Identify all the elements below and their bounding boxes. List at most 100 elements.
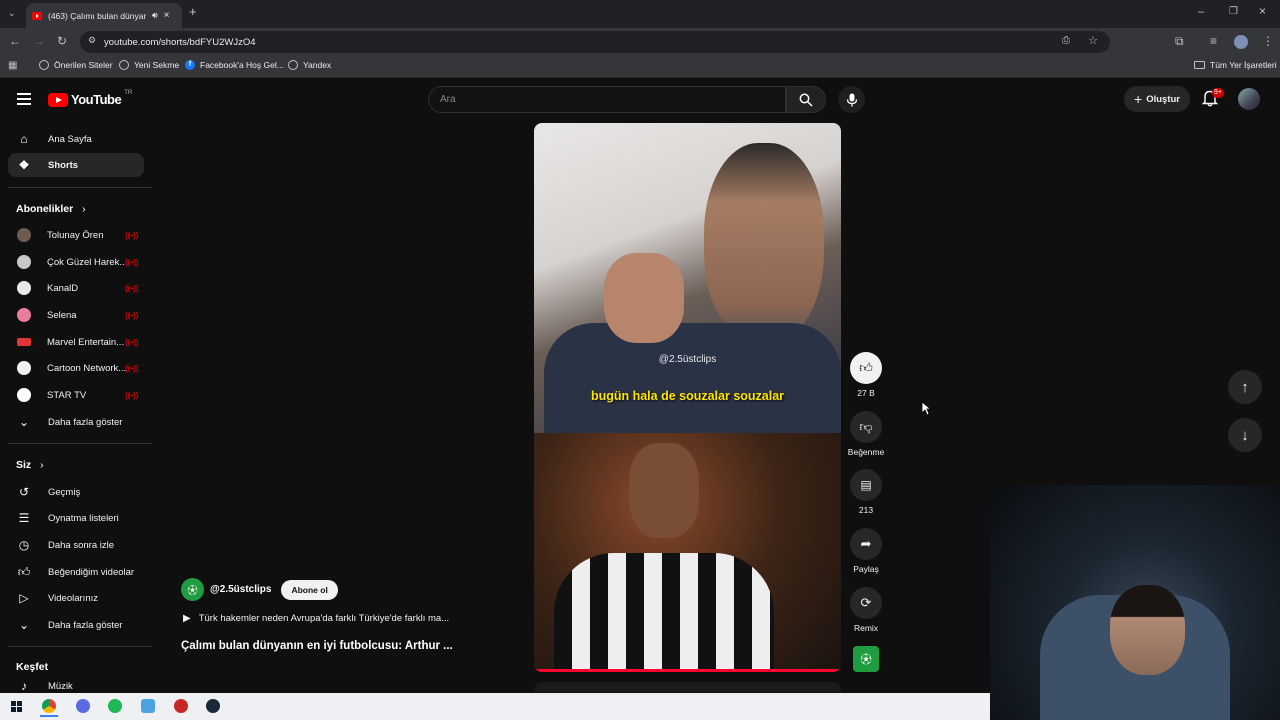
show-more-you[interactable]: ⌄ Daha fazla göster — [8, 613, 144, 637]
subscriptions-title: Abonelikler — [16, 203, 74, 215]
youtube-play-icon — [48, 92, 68, 107]
sidebar-divider — [8, 443, 152, 444]
voice-search-button[interactable] — [838, 86, 865, 113]
live-indicator-icon: ((•)) — [125, 364, 139, 373]
channel-avatar[interactable]: ⚽︎ — [181, 578, 204, 601]
sidebar-sub-kanald[interactable]: KanalD — [8, 276, 144, 300]
profile-avatar[interactable] — [1234, 35, 1248, 49]
linked-video[interactable]: ▶ Türk hakemler neden Avrupa'da farklı T… — [183, 613, 449, 624]
sidebar-item-music[interactable]: ♪ Müzik — [8, 679, 144, 693]
account-avatar[interactable] — [1238, 88, 1260, 110]
create-button[interactable]: + Oluştur — [1124, 86, 1190, 112]
live-indicator-icon: ((•)) — [125, 311, 139, 320]
next-short-preview[interactable] — [534, 682, 841, 692]
player-jersey — [554, 553, 774, 672]
install-app-icon[interactable]: ⎙ — [1062, 35, 1070, 46]
window-close-icon[interactable]: × — [1259, 4, 1266, 18]
windows-start-icon[interactable] — [11, 701, 22, 712]
sidebar-item-your-videos[interactable]: ▷ Videolarınız — [8, 586, 144, 610]
arrow-up-icon: ↑ — [1241, 378, 1249, 396]
forward-icon[interactable]: → — [33, 34, 45, 48]
sidebar-item-playlists[interactable]: ☰ Oynatma listeleri — [8, 506, 144, 530]
sidebar-item-shorts[interactable]: ❖ Shorts — [8, 153, 144, 177]
video-progress-bar[interactable] — [534, 669, 841, 672]
youtube-wordmark: YouTube — [71, 92, 122, 107]
menu-dots-icon[interactable]: ⋮ — [1262, 34, 1274, 48]
minimize-icon[interactable]: – — [1198, 5, 1204, 19]
comments-button[interactable]: ▤ 213 — [850, 469, 882, 515]
show-more-subscriptions[interactable]: ⌄ Daha fazla göster — [8, 410, 144, 434]
channel-name[interactable]: @2.5üstclips — [210, 584, 271, 595]
video-watermark: @2.5üstclips — [658, 354, 717, 365]
app-taskbar-icon[interactable] — [141, 699, 155, 713]
sidebar-item-label: Müzik — [48, 680, 73, 692]
sidebar-item-home[interactable]: ⌂ Ana Sayfa — [8, 127, 144, 151]
restore-icon[interactable]: ❐ — [1229, 5, 1238, 19]
you-heading[interactable]: Siz › — [16, 459, 44, 471]
sidebar-item-label: Daha fazla göster — [48, 416, 123, 428]
live-indicator-icon: ((•)) — [125, 231, 139, 240]
tab-close-icon[interactable]: × — [164, 10, 170, 21]
channel-avatar — [17, 255, 31, 269]
search-input[interactable]: Ara — [428, 86, 786, 113]
extensions-icon[interactable]: ⧉ — [1175, 34, 1184, 48]
sidebar-sub-selena[interactable]: Selena — [8, 303, 144, 327]
bookmark-yandex[interactable]: Yandex — [288, 60, 331, 70]
steam-taskbar-icon[interactable] — [206, 699, 220, 713]
sidebar-item-history[interactable]: ↺ Geçmiş — [8, 480, 144, 504]
globe-icon — [119, 60, 129, 70]
discord-taskbar-icon[interactable] — [76, 699, 90, 713]
url-text: youtube.com/shorts/bdFYU2WJzO4 — [104, 36, 256, 48]
subscriptions-heading[interactable]: Abonelikler › — [16, 203, 86, 215]
all-bookmarks[interactable]: Tüm Yer İşaretleri — [1194, 60, 1277, 70]
previous-short-button[interactable]: ↑ — [1228, 370, 1262, 404]
comment-icon: ▤ — [860, 478, 872, 492]
bookmark-facebook[interactable]: f Facebook'a Hoş Gel... — [185, 60, 284, 70]
video-title[interactable]: Çalımı bulan dünyanın en iyi futbolcusu:… — [181, 640, 453, 652]
game-taskbar-icon[interactable] — [174, 699, 188, 713]
plus-icon: + — [1134, 91, 1143, 107]
tab-search-icon[interactable]: ⌄ — [8, 6, 16, 20]
media-icon[interactable]: ≡ — [1210, 34, 1217, 48]
sidebar-item-liked-videos[interactable]: 👍︎ Beğendiğim videolar — [8, 560, 144, 584]
search-button[interactable] — [786, 86, 826, 113]
player-figure — [629, 443, 699, 538]
sidebar-sub-marvel[interactable]: Marvel Entertain... — [8, 330, 144, 354]
sidebar-item-label: Shorts — [48, 159, 79, 171]
speaker-icon[interactable]: 🔊︎ — [152, 10, 158, 21]
remix-button[interactable]: ⟳ Remix — [850, 587, 882, 633]
sidebar-item-watch-later[interactable]: ◷ Daha sonra izle — [8, 533, 144, 557]
bookmark-onerilen[interactable]: Önerilen Siteler — [39, 60, 113, 70]
like-button[interactable]: 👍︎ 27 B — [850, 352, 882, 398]
apps-grid-icon[interactable]: ▦ — [8, 59, 17, 73]
next-short-button[interactable]: ↓ — [1228, 418, 1262, 452]
hamburger-menu-icon[interactable] — [17, 93, 31, 105]
share-button[interactable]: ➦ Paylaş — [850, 528, 882, 574]
video-frame-bottom — [534, 433, 841, 672]
shorts-video-player[interactable]: @2.5üstclips bugün hala de souzalar souz… — [534, 123, 841, 672]
thumbs-up-icon: 👍︎ — [859, 360, 873, 375]
create-label: Oluştur — [1146, 93, 1180, 105]
dislike-button[interactable]: 👎︎ Beğenme — [848, 411, 884, 457]
sidebar-item-label: STAR TV — [47, 389, 87, 401]
channel-thumbnail-icon[interactable]: ⚽︎ — [853, 646, 879, 672]
bookmark-star-icon[interactable]: ☆ — [1088, 34, 1098, 47]
back-icon[interactable]: ← — [9, 34, 21, 48]
bookmark-label: Yandex — [303, 60, 332, 70]
spotify-taskbar-icon[interactable] — [108, 699, 122, 713]
site-info-icon[interactable]: ⚙ — [88, 35, 96, 46]
subscribe-button[interactable]: Abone ol — [281, 579, 338, 600]
bookmark-yeni-sekme[interactable]: Yeni Sekme — [119, 60, 179, 70]
address-bar[interactable]: ⚙ youtube.com/shorts/bdFYU2WJzO4 ⎙ ☆ — [80, 31, 1110, 53]
sidebar-item-label: Oynatma listeleri — [48, 512, 119, 524]
sidebar-sub-star-tv[interactable]: STAR TV — [8, 383, 144, 407]
reload-icon[interactable]: ↻ — [57, 34, 67, 48]
chrome-taskbar-icon[interactable] — [42, 699, 56, 713]
browser-tab[interactable]: (463) Çalımı bulan dünyan 🔊︎ × — [26, 3, 182, 28]
sidebar-sub-cartoon[interactable]: Cartoon Network... — [8, 356, 144, 380]
bookmark-label: Yeni Sekme — [134, 60, 180, 70]
sidebar-sub-tolunay[interactable]: Tolunay Ören — [8, 223, 144, 247]
sidebar-sub-cok-guzel[interactable]: Çok Güzel Harek... — [8, 250, 144, 274]
new-tab-icon[interactable]: + — [189, 5, 197, 19]
youtube-logo[interactable]: YouTube TR — [48, 90, 132, 107]
